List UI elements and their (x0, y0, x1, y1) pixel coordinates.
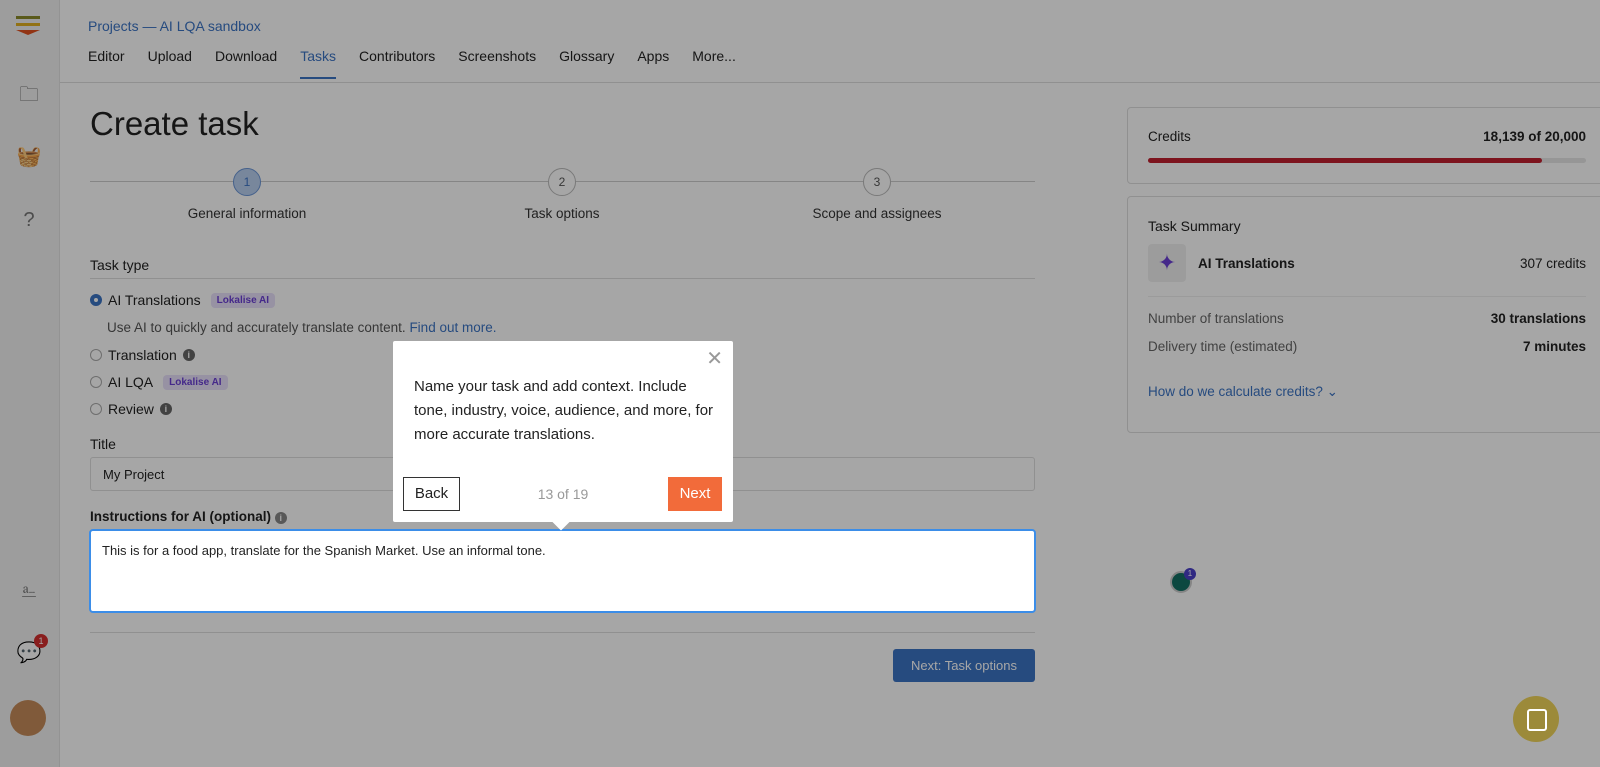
instructions-textarea[interactable]: This is for a food app, translate for th… (89, 529, 1036, 613)
close-icon[interactable]: ✕ (706, 346, 723, 371)
tour-text: Name your task and add context. Include … (414, 378, 714, 443)
tour-popover: ✕ Name your task and add context. Includ… (393, 341, 733, 531)
tour-next-button[interactable]: Next (668, 477, 722, 511)
tour-overlay (0, 0, 1600, 767)
chat-widget-button[interactable] (1513, 696, 1559, 742)
